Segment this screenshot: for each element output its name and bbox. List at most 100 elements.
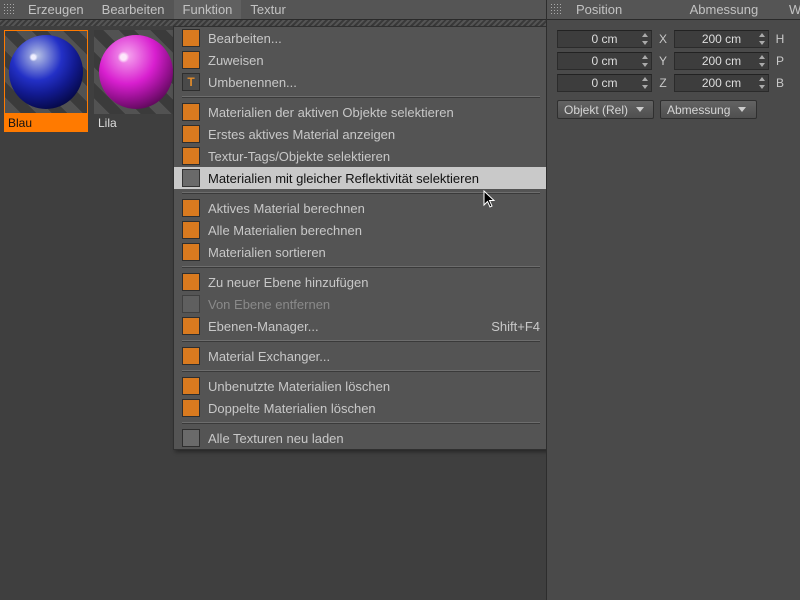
grip-icon — [551, 4, 562, 15]
dimension-h-field[interactable]: 200 cm — [674, 30, 769, 48]
menu-item-icon — [182, 295, 200, 313]
menu-bearbeiten[interactable]: Bearbeiten — [93, 0, 174, 19]
coord-row-y: 0 cm Y 200 cm P — [557, 50, 800, 72]
menu-separator — [182, 340, 540, 342]
frame-mode-dropdown-label: Objekt (Rel) — [564, 103, 628, 117]
menu-item-materialien-mit-gleicher-reflektivit-t-selektieren[interactable]: Materialien mit gleicher Reflektivität s… — [174, 167, 548, 189]
menu-item-erstes-aktives-material-anzeigen[interactable]: Erstes aktives Material anzeigen — [174, 123, 548, 145]
header-w: W — [789, 2, 800, 17]
dimension-b-field[interactable]: 200 cm — [674, 74, 769, 92]
header-position: Position — [566, 2, 690, 17]
stepper-icon[interactable] — [757, 54, 767, 68]
menu-item-doppelte-materialien-l-schen[interactable]: Doppelte Materialien löschen — [174, 397, 548, 419]
menu-item-icon: T — [182, 73, 200, 91]
menu-separator — [182, 266, 540, 268]
menu-item-bearbeiten[interactable]: Bearbeiten... — [174, 27, 548, 49]
menu-item-material-exchanger[interactable]: Material Exchanger... — [174, 345, 548, 367]
menu-item-textur-tags-objekte-selektieren[interactable]: Textur-Tags/Objekte selektieren — [174, 145, 548, 167]
position-z-field-value: 0 cm — [591, 76, 617, 90]
menu-separator — [182, 192, 540, 194]
chevron-down-icon — [636, 107, 644, 112]
menu-funktion[interactable]: Funktion — [174, 0, 242, 19]
menu-item-icon — [182, 243, 200, 261]
funktion-dropdown: Bearbeiten... Zuweisen T Umbenennen... Mater… — [173, 26, 549, 450]
menu-item-alle-texturen-neu-laden[interactable]: Alle Texturen neu laden — [174, 427, 548, 449]
menu-item-icon — [182, 399, 200, 417]
menu-erzeugen[interactable]: Erzeugen — [19, 0, 93, 19]
stepper-icon[interactable] — [640, 54, 650, 68]
dimension-p-field-value: 200 cm — [702, 54, 741, 68]
menu-item-von-ebene-entfernen: Von Ebene entfernen — [174, 293, 548, 315]
menu-item-label: Material Exchanger... — [208, 349, 540, 364]
menu-item-icon — [182, 199, 200, 217]
menu-item-label: Von Ebene entfernen — [208, 297, 540, 312]
menu-item-label: Textur-Tags/Objekte selektieren — [208, 149, 540, 164]
menu-item-materialien-der-aktiven-objekte-selektieren[interactable]: Materialien der aktiven Objekte selektie… — [174, 101, 548, 123]
material-lila[interactable]: Lila — [94, 30, 178, 132]
stepper-icon[interactable] — [640, 32, 650, 46]
menu-item-label: Bearbeiten... — [208, 31, 540, 46]
axis-label-y: Y — [658, 54, 668, 68]
dimension-mode-dropdown-label: Abmessung — [667, 103, 730, 117]
dimension-mode-dropdown[interactable]: Abmessung — [660, 100, 757, 119]
menu-textur[interactable]: Textur — [241, 0, 294, 19]
menu-item-label: Alle Materialien berechnen — [208, 223, 540, 238]
menu-item-label: Aktives Material berechnen — [208, 201, 540, 216]
menu-item-icon — [182, 29, 200, 47]
menu-item-icon — [182, 103, 200, 121]
menu-item-zu-neuer-ebene-hinzuf-gen[interactable]: Zu neuer Ebene hinzufügen — [174, 271, 548, 293]
dimension-p-field[interactable]: 200 cm — [674, 52, 769, 70]
material-sphere-icon — [99, 35, 173, 109]
chevron-down-icon — [738, 107, 746, 112]
coord-row-x: 0 cm X 200 cm H — [557, 28, 800, 50]
menu-item-icon — [182, 347, 200, 365]
axis-label-z: Z — [658, 76, 668, 90]
axis-label-h: H — [775, 32, 785, 46]
menu-item-icon — [182, 125, 200, 143]
menu-item-materialien-sortieren[interactable]: Materialien sortieren — [174, 241, 548, 263]
menu-item-aktives-material-berechnen[interactable]: Aktives Material berechnen — [174, 197, 548, 219]
menu-item-icon — [182, 377, 200, 395]
position-y-field-value: 0 cm — [591, 54, 617, 68]
menu-item-label: Unbenutzte Materialien löschen — [208, 379, 540, 394]
position-y-field[interactable]: 0 cm — [557, 52, 652, 70]
material-swatch[interactable] — [94, 30, 178, 114]
stepper-icon[interactable] — [757, 76, 767, 90]
menu-item-icon — [182, 429, 200, 447]
stepper-icon[interactable] — [757, 32, 767, 46]
menu-item-label: Alle Texturen neu laden — [208, 431, 540, 446]
coord-row-z: 0 cmZ200 cmB — [557, 72, 800, 94]
material-label[interactable]: Lila — [94, 114, 178, 132]
menu-item-icon — [182, 273, 200, 291]
menu-item-label: Zu neuer Ebene hinzufügen — [208, 275, 540, 290]
grip-icon — [4, 4, 15, 15]
menu-item-zuweisen[interactable]: Zuweisen — [174, 49, 548, 71]
menu-item-label: Zuweisen — [208, 53, 540, 68]
material-swatches: Blau Lila — [4, 30, 178, 132]
axis-label-p: P — [775, 54, 785, 68]
menu-item-umbenennen[interactable]: T Umbenennen... — [174, 71, 548, 93]
menu-item-label: Umbenennen... — [208, 75, 540, 90]
material-swatch[interactable] — [4, 30, 88, 114]
menu-item-label: Materialien der aktiven Objekte selektie… — [208, 105, 540, 120]
dimension-h-field-value: 200 cm — [702, 32, 741, 46]
axis-label-x: X — [658, 32, 668, 46]
coord-dropdown-row: Objekt (Rel) Abmessung — [557, 100, 800, 119]
material-label[interactable]: Blau — [4, 114, 88, 132]
material-blau[interactable]: Blau — [4, 30, 88, 132]
stepper-icon[interactable] — [640, 76, 650, 90]
menu-item-label: Materialien sortieren — [208, 245, 540, 260]
position-x-field[interactable]: 0 cm — [557, 30, 652, 48]
coordinates-fields: 0 cmX200 cmH0 cmY200 cmP0 cmZ200 cmBObje… — [547, 26, 800, 119]
menu-item-unbenutzte-materialien-l-schen[interactable]: Unbenutzte Materialien löschen — [174, 375, 548, 397]
menu-separator — [182, 96, 540, 98]
coordinates-panel: Position Abmessung W 0 cm X 200 cm H 0 cm Y 20… — [546, 0, 800, 600]
frame-mode-dropdown[interactable]: Objekt (Rel) — [557, 100, 654, 119]
menu-item-ebenen-manager[interactable]: Ebenen-Manager...Shift+F4 — [174, 315, 548, 337]
dimension-b-field-value: 200 cm — [702, 76, 741, 90]
menu-item-alle-materialien-berechnen[interactable]: Alle Materialien berechnen — [174, 219, 548, 241]
menu-separator — [182, 422, 540, 424]
menu-item-icon — [182, 147, 200, 165]
position-z-field[interactable]: 0 cm — [557, 74, 652, 92]
menu-separator — [182, 370, 540, 372]
